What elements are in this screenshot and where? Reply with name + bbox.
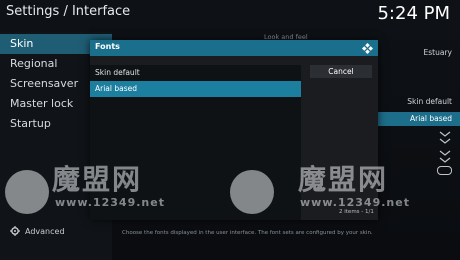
watermark-text: 魔盟网	[298, 163, 389, 196]
cancel-button[interactable]: Cancel	[310, 65, 372, 78]
list-item[interactable]: Skin default	[90, 65, 301, 81]
chevron-down-icon[interactable]	[439, 131, 451, 137]
page-title: Settings / Interface	[6, 4, 131, 19]
watermark-url: www.12349.net	[55, 196, 165, 209]
setting-value: Skin default	[407, 97, 452, 106]
advanced-toggle[interactable]: Advanced	[10, 226, 65, 236]
watermark-logo	[230, 170, 274, 214]
watermark-text: 魔盟网	[52, 163, 143, 196]
watermark-logo	[5, 170, 49, 214]
watermark-url: www.12349.net	[300, 196, 410, 209]
advanced-label: Advanced	[25, 226, 65, 236]
chevron-down-icon[interactable]	[439, 138, 451, 144]
toggle-switch[interactable]	[437, 166, 452, 175]
setting-skin-value: Estuary	[423, 48, 452, 57]
dialog-header: Fonts	[90, 40, 378, 56]
chevron-down-icon[interactable]	[439, 157, 451, 163]
gear-icon	[10, 226, 20, 236]
clock: 5:24 PM	[377, 3, 450, 24]
items-count: 2 items - 1/1	[339, 209, 374, 215]
setting-fonts-value: Arial based	[409, 114, 452, 123]
header: Settings / Interface 5:24 PM	[0, 0, 460, 30]
list-item-selected[interactable]: Arial based	[90, 81, 301, 97]
dialog-title: Fonts	[95, 42, 120, 51]
chevron-down-icon[interactable]	[439, 150, 451, 156]
kodi-logo-icon	[362, 43, 373, 54]
help-text: Choose the fonts displayed in the user i…	[122, 230, 373, 236]
